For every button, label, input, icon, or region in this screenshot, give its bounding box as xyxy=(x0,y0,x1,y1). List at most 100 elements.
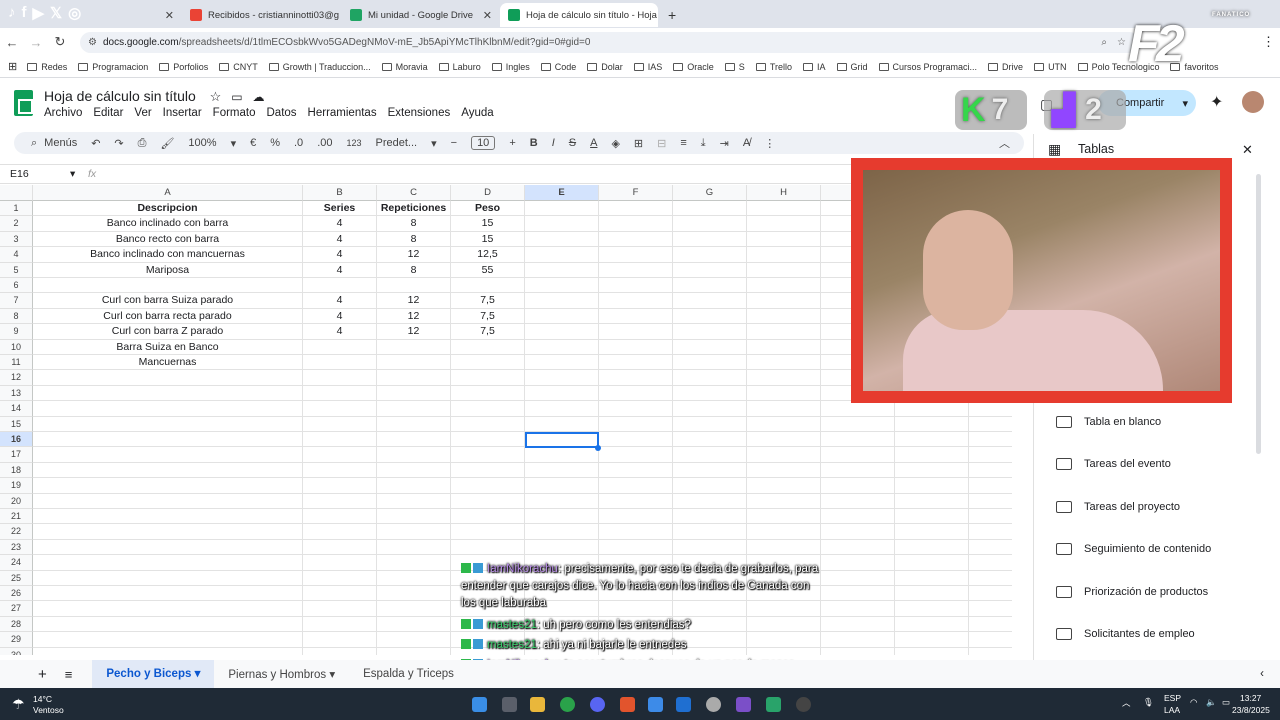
grid-cell[interactable] xyxy=(525,324,599,340)
grid-cell[interactable] xyxy=(969,509,1012,525)
grid-cell[interactable] xyxy=(377,355,451,371)
grid-cell[interactable]: Repeticiones xyxy=(377,201,451,217)
grid-cell[interactable]: 4 xyxy=(303,231,377,248)
print-icon[interactable]: ⎙ xyxy=(138,137,147,150)
grid-cell[interactable] xyxy=(747,385,821,402)
grid-cell[interactable] xyxy=(599,462,673,479)
menu-item[interactable]: Formato xyxy=(213,107,256,119)
row-header[interactable]: 7 xyxy=(0,293,33,309)
grid-cell[interactable] xyxy=(303,647,377,655)
all-sheets-icon[interactable]: ≡ xyxy=(65,667,73,682)
grid-cell[interactable] xyxy=(525,355,599,371)
grid-cell[interactable] xyxy=(895,478,969,494)
grid-cell[interactable] xyxy=(599,201,673,217)
grid-cell[interactable] xyxy=(599,401,673,417)
row-header[interactable]: 22 xyxy=(0,524,33,540)
grid-cell[interactable] xyxy=(673,247,747,263)
browser-tab-first[interactable]: ✕ xyxy=(130,3,182,27)
grid-cell[interactable] xyxy=(969,601,1012,617)
grid-cell[interactable] xyxy=(33,586,303,602)
grid-cell[interactable] xyxy=(451,370,525,386)
grid-cell[interactable] xyxy=(599,247,673,263)
grid-cell[interactable] xyxy=(451,401,525,417)
grid-cell[interactable] xyxy=(303,570,377,586)
menu-item[interactable]: Datos xyxy=(267,107,297,119)
grid-cell[interactable]: 8 xyxy=(377,262,451,278)
grid-cell[interactable] xyxy=(895,647,969,655)
row-header[interactable]: 19 xyxy=(0,478,33,494)
percent-button[interactable]: % xyxy=(270,137,280,149)
grid-cell[interactable]: Mariposa xyxy=(33,262,303,278)
grid-cell[interactable] xyxy=(747,293,821,309)
chevron-down-icon[interactable]: ▾ xyxy=(1182,97,1188,110)
zoom-icon[interactable]: ⌕ xyxy=(1101,37,1107,48)
decrease-decimal-button[interactable]: .0 xyxy=(294,137,303,149)
bookmark-item[interactable]: Porfolios xyxy=(159,62,208,72)
app-icon-b[interactable] xyxy=(676,697,691,712)
row-header[interactable]: 18 xyxy=(0,462,33,479)
browser-tab-drive[interactable]: Mi unidad - Google Drive ✕ xyxy=(342,3,500,27)
url-input[interactable]: ⚙ docs.google.com/spreadsheets/d/1tlmECO… xyxy=(80,32,1140,53)
grid-cell[interactable] xyxy=(747,432,821,448)
grid-cell[interactable] xyxy=(33,632,303,648)
row-header[interactable]: 25 xyxy=(0,570,33,586)
grid-cell[interactable] xyxy=(451,416,525,432)
grid-cell[interactable] xyxy=(525,278,599,294)
grid-cell[interactable] xyxy=(895,416,969,432)
grid-cell[interactable] xyxy=(303,355,377,371)
grid-cell[interactable] xyxy=(969,632,1012,648)
grid-cell[interactable] xyxy=(821,616,895,633)
undo-icon[interactable]: ↶ xyxy=(91,137,100,150)
grid-cell[interactable] xyxy=(895,601,969,617)
grid-cell[interactable] xyxy=(599,339,673,355)
grid-cell[interactable] xyxy=(895,432,969,448)
grid-cell[interactable] xyxy=(525,339,599,355)
zoom-select[interactable]: 100% xyxy=(188,137,216,149)
grid-cell[interactable]: 15 xyxy=(451,216,525,232)
grid-cell[interactable] xyxy=(673,355,747,371)
grid-cell[interactable] xyxy=(377,493,451,509)
grid-cell[interactable] xyxy=(599,539,673,556)
row-header[interactable]: 1 xyxy=(0,201,33,217)
column-header[interactable]: E xyxy=(525,185,599,201)
grid-cell[interactable] xyxy=(525,231,599,248)
grid-cell[interactable] xyxy=(303,370,377,386)
font-size-minus-icon[interactable]: − xyxy=(451,137,457,149)
sheets-logo[interactable] xyxy=(14,90,33,116)
sheet-tab-1[interactable]: Piernas y Hombros ▾ xyxy=(214,667,349,681)
grid-cell[interactable] xyxy=(303,432,377,448)
grid-cell[interactable] xyxy=(821,478,895,494)
grid-cell[interactable]: 8 xyxy=(377,231,451,248)
grid-cell[interactable] xyxy=(303,586,377,602)
grid-cell[interactable] xyxy=(969,586,1012,602)
start-icon[interactable] xyxy=(472,697,487,712)
grid-cell[interactable] xyxy=(747,324,821,340)
grid-cell[interactable] xyxy=(33,478,303,494)
row-header[interactable]: 30 xyxy=(0,647,33,655)
clock-date[interactable]: 23/8/2025 xyxy=(1232,705,1270,715)
grid-cell[interactable] xyxy=(377,647,451,655)
chevron-down-icon[interactable]: ▾ xyxy=(70,168,84,180)
grid-cell[interactable] xyxy=(821,447,895,463)
grid-cell[interactable]: 4 xyxy=(303,293,377,309)
grid-cell[interactable] xyxy=(525,308,599,325)
grid-cell[interactable] xyxy=(451,278,525,294)
grid-cell[interactable] xyxy=(599,478,673,494)
grid-cell[interactable] xyxy=(969,478,1012,494)
grid-cell[interactable] xyxy=(33,493,303,509)
menu-item[interactable]: Ver xyxy=(134,107,151,119)
grid-cell[interactable] xyxy=(821,509,895,525)
menu-item[interactable]: Herramientas xyxy=(308,107,377,119)
row-header[interactable]: 16 xyxy=(0,432,33,448)
number-format-button[interactable]: 123 xyxy=(346,138,361,148)
grid-cell[interactable] xyxy=(377,370,451,386)
grid-cell[interactable] xyxy=(525,447,599,463)
grid-cell[interactable] xyxy=(821,647,895,655)
grid-cell[interactable] xyxy=(673,539,747,556)
apps-grid-icon[interactable]: ⊞ xyxy=(8,60,17,73)
grid-cell[interactable] xyxy=(673,385,747,402)
menus-search[interactable]: Menús xyxy=(44,137,77,149)
menu-item[interactable]: Extensiones xyxy=(388,107,451,119)
grid-cell[interactable] xyxy=(895,509,969,525)
bookmark-item[interactable]: UTN xyxy=(1034,62,1067,72)
